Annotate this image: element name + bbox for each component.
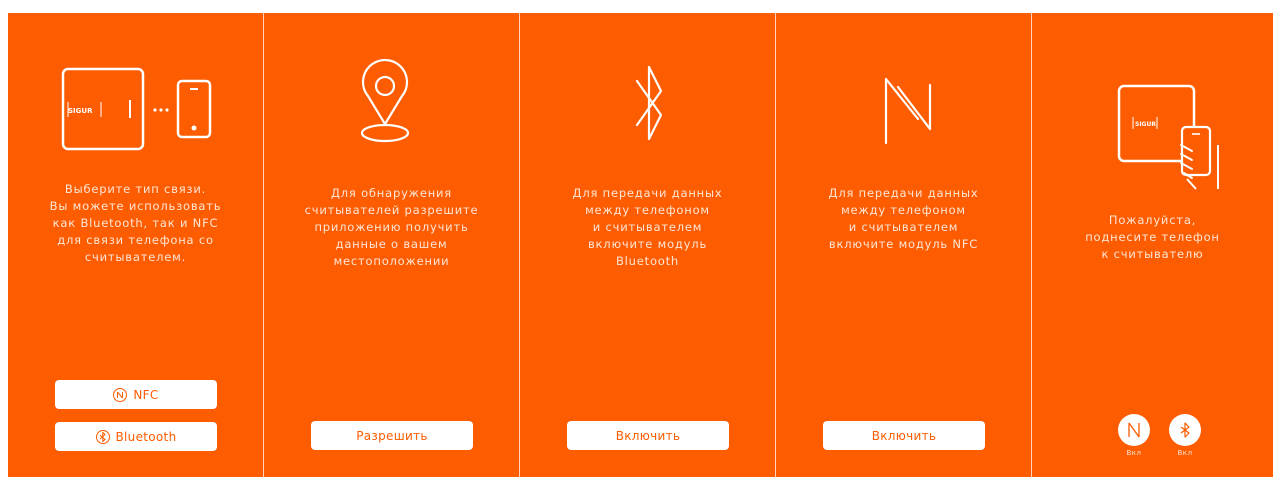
reader-phone-illustration: SIGUR [61, 67, 212, 151]
panel2-description: Для обнаружения считывателей разрешите п… [304, 186, 479, 268]
bluetooth-icon [635, 65, 663, 141]
panel1-description: Выберите тип связи. Вы можете использова… [49, 182, 222, 264]
enable-bluetooth-button[interactable]: Включить [567, 421, 729, 450]
panel-tap-reader: SIGUR Пожалуйста, поднесите телефон к сч… [1032, 13, 1273, 477]
panel-bluetooth: Для передачи данных между телефоном и сч… [520, 13, 775, 477]
nfc-n-icon [884, 77, 932, 145]
bluetooth-icon [95, 429, 110, 444]
bluetooth-button[interactable]: Bluetooth [55, 422, 217, 451]
nfc-button[interactable]: NFC [55, 380, 217, 409]
bluetooth-icon [1180, 422, 1190, 438]
panel-location: Для обнаружения считывателей разрешите п… [264, 13, 519, 477]
reader-logo-text: SIGUR [1135, 121, 1156, 128]
nfc-icon [113, 387, 128, 402]
phone-to-reader-illustration: SIGUR [1117, 84, 1219, 190]
onboarding-strip: SIGUR Выберите тип связи. Вы можете испо… [8, 13, 1273, 477]
panel3-description: Для передачи данных между телефоном и сч… [572, 186, 723, 268]
panel5-description: Пожалуйста, поднесите телефон к считыват… [1085, 213, 1220, 261]
reader-logo-text: SIGUR [68, 107, 93, 115]
bluetooth-status-button[interactable] [1169, 414, 1201, 446]
nfc-status-button[interactable] [1118, 414, 1150, 446]
panel4-description: Для передачи данных между телефоном и сч… [828, 186, 979, 251]
enable-nfc-button[interactable]: Включить [823, 421, 985, 450]
bluetooth-button-label: Bluetooth [115, 429, 177, 444]
location-pin-icon [360, 58, 410, 143]
nfc-status-label: Вкл [1126, 449, 1142, 457]
panel-connection-type: SIGUR Выберите тип связи. Вы можете испо… [8, 13, 263, 477]
nfc-button-label: NFC [133, 387, 159, 402]
allow-button[interactable]: Разрешить [311, 421, 473, 450]
panel-nfc: Для передачи данных между телефоном и сч… [776, 13, 1031, 477]
bluetooth-status-label: Вкл [1177, 449, 1193, 457]
nfc-icon [1128, 422, 1140, 438]
